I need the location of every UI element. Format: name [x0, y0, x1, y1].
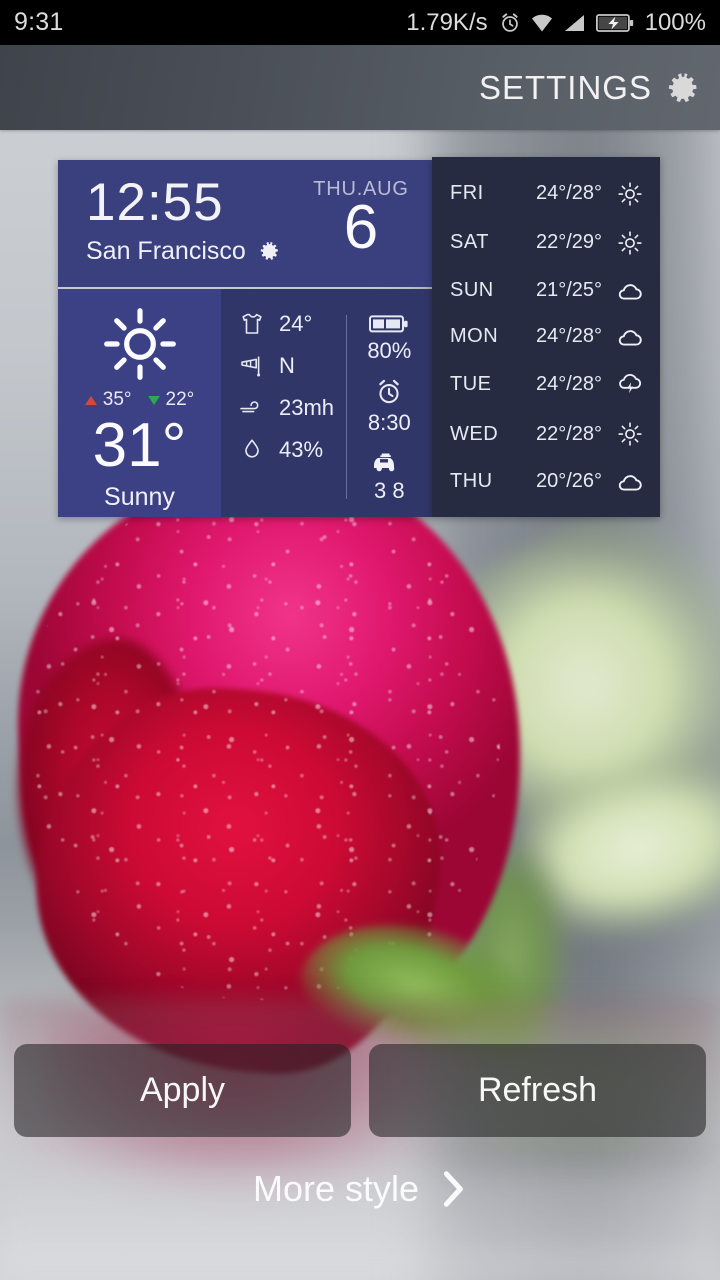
- refresh-button-label: Refresh: [477, 1071, 598, 1109]
- battery-icon: [369, 315, 408, 333]
- detail-row-clothing: 24°: [239, 311, 346, 337]
- detail-row-wind-speed: 23mh: [239, 395, 346, 421]
- status-bar-clock: 9:31: [14, 8, 64, 36]
- gear-icon[interactable]: [258, 240, 281, 263]
- car-icon: [374, 453, 395, 472]
- cloud-icon: [616, 280, 644, 302]
- battery-charging-icon: [595, 13, 633, 32]
- more-style-label: More style: [252, 1168, 420, 1209]
- forecast-temps: 24°/28°: [535, 325, 602, 348]
- refresh-button[interactable]: Refresh: [369, 1044, 706, 1137]
- low-temp-item: 22°: [147, 389, 195, 411]
- wind-speed-value: 23mh: [279, 395, 335, 420]
- forecast-temps: 22°/28°: [535, 422, 602, 445]
- settings-label: SETTINGS: [478, 68, 652, 106]
- weather-body: 35° 22° 31° Sunny 24° N 23mh 43% 80% 8:3…: [58, 289, 432, 517]
- forecast-row-thu[interactable]: THU 20°/26°: [450, 470, 644, 493]
- droplet-icon: [245, 439, 259, 458]
- alarm-time-value: 8:30: [367, 410, 411, 435]
- detail-row-wind-direction: N: [239, 353, 346, 379]
- high-temp-item: 35°: [84, 389, 132, 411]
- wind-icon: [240, 401, 259, 413]
- cloud-icon: [616, 471, 644, 493]
- forecast-day-label: THU: [450, 470, 493, 493]
- detail-row-humidity: 43%: [239, 437, 346, 463]
- alarm-clock-icon: [501, 12, 518, 32]
- app-header: SETTINGS: [0, 45, 720, 130]
- clock-city-row[interactable]: San Francisco: [86, 237, 306, 266]
- windsock-icon: [241, 356, 261, 377]
- sun-icon: [616, 230, 644, 256]
- forecast-day-label: SAT: [450, 231, 489, 254]
- sun-icon: [616, 421, 644, 447]
- alarm-clock-icon: [379, 379, 400, 404]
- forecast-temps: 21°/25°: [535, 279, 602, 302]
- network-speed-label: 1.79K/s: [406, 8, 488, 36]
- traffic-restriction-value: 3 8: [374, 478, 405, 503]
- weather-details-panel[interactable]: 24° N 23mh 43% 80% 8:30 3 8: [221, 289, 432, 517]
- forecast-panel[interactable]: FRI 24°/28° SAT 22°/29° SUN 21°/25° MON …: [432, 157, 660, 517]
- apply-button-label: Apply: [139, 1071, 226, 1109]
- gear-icon: [668, 72, 697, 102]
- wallpaper-water-droplets: [30, 480, 500, 1000]
- forecast-row-fri[interactable]: FRI 24°/28°: [450, 181, 644, 207]
- high-temp-value: 35°: [102, 389, 132, 410]
- forecast-row-sat[interactable]: SAT 22°/29°: [450, 230, 644, 256]
- signal-icon: [564, 14, 584, 31]
- forecast-temps: 22°/29°: [535, 231, 602, 254]
- forecast-temps: 24°/28°: [535, 182, 602, 205]
- status-block-traffic: 3 8: [369, 449, 409, 504]
- arrow-down-icon: [147, 395, 160, 405]
- forecast-day-label: SUN: [450, 279, 494, 302]
- forecast-row-sun[interactable]: SUN 21°/25°: [450, 279, 644, 302]
- more-style-button[interactable]: More style: [0, 1168, 720, 1210]
- current-temperature: 31°: [92, 411, 187, 480]
- sun-icon: [616, 181, 644, 207]
- forecast-row-mon[interactable]: MON 24°/28°: [450, 325, 644, 348]
- forecast-day-label: MON: [450, 325, 499, 348]
- sun-icon: [103, 308, 176, 380]
- clock-panel[interactable]: 12:55 San Francisco THU.AUG 6: [58, 160, 432, 287]
- current-condition: Sunny: [104, 483, 175, 511]
- clothing-temp-value: 24°: [279, 311, 313, 336]
- forecast-row-tue[interactable]: TUE 24°/28°: [450, 372, 644, 398]
- apply-button[interactable]: Apply: [14, 1044, 351, 1137]
- forecast-day-label: TUE: [450, 373, 492, 396]
- wifi-icon: [531, 14, 552, 32]
- weather-details-column: 24° N 23mh 43%: [221, 311, 346, 517]
- phone-screen: 9:31 1.79K/s 100% SETTINGS 12:55 San Fra…: [0, 0, 720, 1280]
- clock-column: 12:55 San Francisco: [86, 170, 306, 266]
- wind-direction-value: N: [279, 353, 295, 378]
- tshirt-icon: [242, 313, 262, 334]
- clock-time: 12:55: [86, 173, 224, 232]
- clock-city-label: San Francisco: [86, 237, 246, 265]
- date-column: THU.AUG 6: [306, 170, 416, 262]
- status-block-alarm: 8:30: [368, 377, 411, 436]
- humidity-value: 43%: [279, 437, 324, 462]
- current-weather-panel[interactable]: 35° 22° 31° Sunny: [58, 289, 221, 517]
- high-low-row: 35° 22°: [84, 389, 195, 411]
- cloud-icon: [616, 326, 644, 348]
- settings-button[interactable]: SETTINGS: [479, 69, 700, 107]
- battery-level-value: 80%: [367, 338, 412, 363]
- thunderstorm-icon: [616, 372, 644, 398]
- status-block-battery: 80%: [367, 313, 411, 364]
- date-day-number: 6: [343, 193, 379, 262]
- device-status-column: 80% 8:30 3 8: [347, 311, 432, 517]
- forecast-day-label: FRI: [450, 182, 484, 205]
- forecast-temps: 20°/26°: [535, 470, 602, 493]
- status-bar: 9:31 1.79K/s 100%: [0, 0, 720, 45]
- forecast-row-wed[interactable]: WED 22°/28°: [450, 421, 644, 447]
- battery-percent-label: 100%: [644, 8, 706, 36]
- arrow-up-icon: [84, 395, 97, 405]
- clock-weather-widget[interactable]: 12:55 San Francisco THU.AUG 6 35° 22° 31…: [58, 160, 432, 517]
- chevron-right-icon: [443, 1171, 463, 1207]
- forecast-day-label: WED: [450, 422, 499, 445]
- status-bar-indicators: 1.79K/s 100%: [406, 9, 706, 37]
- low-temp-value: 22°: [165, 389, 195, 410]
- forecast-temps: 24°/28°: [535, 373, 602, 396]
